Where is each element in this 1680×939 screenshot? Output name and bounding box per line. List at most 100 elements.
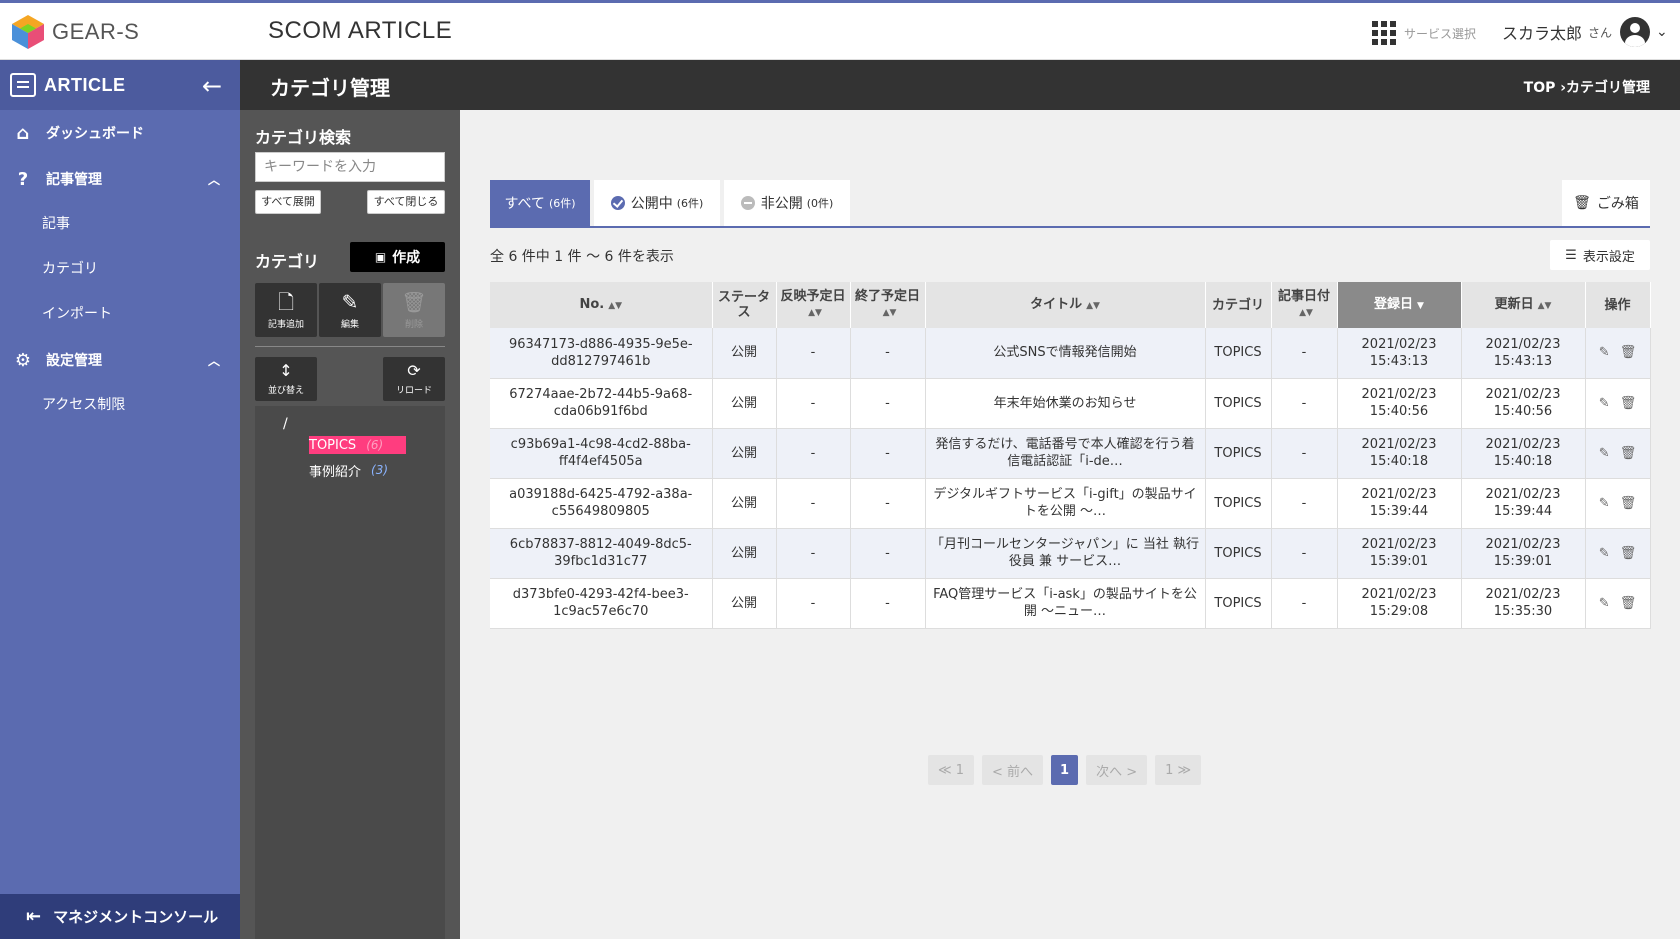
edit-button[interactable]: ✎ 編集 — [319, 283, 381, 337]
create-button[interactable]: ▣ 作成 — [350, 242, 445, 272]
result-count: 全 6 件中 1 件 〜 6 件を表示 — [490, 249, 674, 265]
add-article-label: 記事追加 — [267, 319, 304, 330]
page-prev-button[interactable]: < 前へ — [982, 755, 1044, 785]
table-row[interactable]: 96347173-d886-4935-9e5e-dd812797461b 公開 - -… — [490, 328, 1651, 379]
cell-registered: 2021/02/23 15:39:01 — [1337, 528, 1462, 579]
sliders-icon: ☰ — [1565, 247, 1577, 263]
cell-publish-date: - — [776, 428, 851, 479]
delete-label: 削除 — [404, 319, 423, 330]
logo[interactable]: GEAR-S — [12, 15, 139, 49]
page-next-button[interactable]: 次へ > — [1086, 755, 1148, 785]
gear-icon: ⚙ — [14, 349, 32, 371]
edit-icon[interactable]: ✎ — [1599, 495, 1610, 512]
tab-unpublished[interactable]: 非公開 (0件) — [724, 180, 850, 226]
col-header-no[interactable]: No. ▲▼ — [490, 282, 713, 328]
sort-label: 並び替え — [267, 386, 304, 396]
expand-all-button[interactable]: すべて展開 — [255, 190, 321, 214]
edit-icon[interactable]: ✎ — [1599, 445, 1610, 462]
cell-category: TOPICS — [1205, 578, 1272, 629]
col-header-publish-date[interactable]: 反映予定日▲▼ — [776, 282, 851, 328]
cell-updated: 2021/02/23 15:35:30 — [1461, 578, 1586, 629]
cell-end-date: - — [850, 428, 926, 479]
sidebar-item-article-management[interactable]: ? 記事管理 ︿ — [0, 156, 240, 202]
sort-icon: ▲▼ — [608, 300, 623, 311]
col-header-category: カテゴリ — [1205, 282, 1272, 328]
cell-title: 年末年始休業のお知らせ — [925, 378, 1206, 429]
tree-item-case-studies[interactable]: 事例紹介 (3) — [309, 461, 394, 480]
page-current[interactable]: 1 — [1051, 755, 1079, 785]
breadcrumb[interactable]: TOP ›カテゴリ管理 — [1524, 77, 1650, 97]
edit-icon[interactable]: ✎ — [1599, 395, 1610, 412]
avatar — [1620, 17, 1651, 47]
col-header-registered[interactable]: 登録日 ▼ — [1337, 282, 1462, 328]
user-name: スカラ太郎 — [1502, 24, 1583, 43]
category-search-input[interactable] — [255, 152, 445, 182]
cell-updated: 2021/02/23 15:39:44 — [1461, 478, 1586, 529]
page-title: カテゴリ管理 — [270, 76, 390, 100]
sidebar-item-access-control[interactable]: アクセス制限 — [0, 383, 240, 428]
col-header-updated[interactable]: 更新日 ▲▼ — [1461, 282, 1586, 328]
tab-count: (6件) — [676, 197, 704, 210]
trash-icon[interactable]: 🗑 — [1620, 545, 1637, 562]
trash-icon[interactable]: 🗑 — [1620, 445, 1637, 462]
trash-icon[interactable]: 🗑 — [1620, 495, 1637, 512]
edit-icon[interactable]: ✎ — [1599, 344, 1610, 361]
tree-item-topics[interactable]: TOPICS (6) — [309, 436, 406, 454]
cell-article-date: - — [1271, 378, 1338, 429]
cell-publish-date: - — [776, 378, 851, 429]
cell-article-date: - — [1271, 578, 1338, 629]
tab-published[interactable]: 公開中 (6件) — [594, 180, 720, 226]
page-first-button[interactable]: ≪ 1 — [928, 755, 975, 785]
arrow-left-icon[interactable]: ← — [202, 72, 222, 100]
add-article-button[interactable]: 🗋 記事追加 — [255, 283, 317, 337]
category-search-label: カテゴリ検索 — [255, 128, 352, 147]
sidebar-item-categories[interactable]: カテゴリ — [0, 247, 240, 292]
table-row[interactable]: a039188d-6425-4792-a38a-c55649809805 公開 - -… — [490, 478, 1651, 529]
trash-icon[interactable]: 🗑 — [1620, 595, 1637, 612]
sort-icon: ▲▼ — [882, 308, 897, 318]
sidebar-title: ARTICLE — [44, 74, 126, 95]
tab-count: (6件) — [548, 197, 576, 210]
edit-icon[interactable]: ✎ — [1599, 595, 1610, 612]
display-settings-button[interactable]: ☰ 表示設定 — [1550, 240, 1650, 270]
chevron-up-icon: ︿ — [208, 172, 221, 187]
cell-ops: ✎ 🗑 — [1585, 328, 1651, 379]
table-row[interactable]: 67274aae-2b72-44b5-9a68-cda06b91f6bd 公開 - -… — [490, 378, 1651, 429]
tab-all[interactable]: すべて (6件) — [490, 180, 590, 226]
service-select[interactable]: サービス選択 — [1372, 21, 1476, 45]
sidebar-item-settings[interactable]: ⚙ 設定管理 ︿ — [0, 337, 240, 383]
sidebar-item-articles[interactable]: 記事 — [0, 202, 240, 247]
chevron-down-icon: ⌄ — [1656, 24, 1668, 40]
cell-end-date: - — [850, 478, 926, 529]
check-circle-icon — [610, 196, 625, 210]
delete-button[interactable]: 🗑 削除 — [383, 283, 445, 337]
tree-root[interactable]: / — [283, 416, 288, 432]
question-icon: ? — [17, 168, 29, 190]
col-header-article-date[interactable]: 記事日付▲▼ — [1271, 282, 1338, 328]
panel-divider — [255, 346, 445, 347]
table-row[interactable]: 6cb78837-8812-4049-8dc5-39fbc1d31c77 公開 - -… — [490, 528, 1651, 579]
col-header-end-date[interactable]: 終了予定日▲▼ — [850, 282, 926, 328]
table-row[interactable]: c93b69a1-4c98-4cd2-88ba-ff4f4ef4505a 公開 - -… — [490, 428, 1651, 479]
page-last-button[interactable]: 1 ≫ — [1155, 755, 1202, 785]
trash-button[interactable]: 🗑 ごみ箱 — [1562, 180, 1650, 226]
trash-icon[interactable]: 🗑 — [1620, 395, 1637, 412]
cell-publish-date: - — [776, 528, 851, 579]
cell-registered: 2021/02/23 15:43:13 — [1337, 328, 1462, 379]
user-menu[interactable]: スカラ太郎 さん ⌄ — [1502, 17, 1668, 47]
sidebar-item-import[interactable]: インポート — [0, 292, 240, 337]
collapse-all-button[interactable]: すべて閉じる — [367, 190, 445, 214]
management-console-link[interactable]: ⇤ マネジメントコンソール — [0, 894, 240, 939]
article-icon — [10, 73, 36, 97]
trash-icon[interactable]: 🗑 — [1620, 344, 1637, 361]
sort-button[interactable]: ↕ 並び替え — [255, 357, 317, 401]
sidebar-item-dashboard[interactable]: ⌂ ダッシュボード — [0, 110, 240, 156]
edit-icon[interactable]: ✎ — [1599, 545, 1610, 562]
cell-status: 公開 — [712, 578, 777, 629]
reload-button[interactable]: ⟳ リロード — [383, 357, 445, 401]
col-header-title[interactable]: タイトル ▲▼ — [925, 282, 1206, 328]
table-row[interactable]: d373bfe0-4293-42f4-bee3-1c9ac57e6c70 公開 - -… — [490, 578, 1651, 629]
cell-title: 公式SNSで情報発信開始 — [925, 328, 1206, 379]
sort-icon: ▲▼ — [1299, 308, 1313, 318]
cell-category: TOPICS — [1205, 328, 1272, 379]
